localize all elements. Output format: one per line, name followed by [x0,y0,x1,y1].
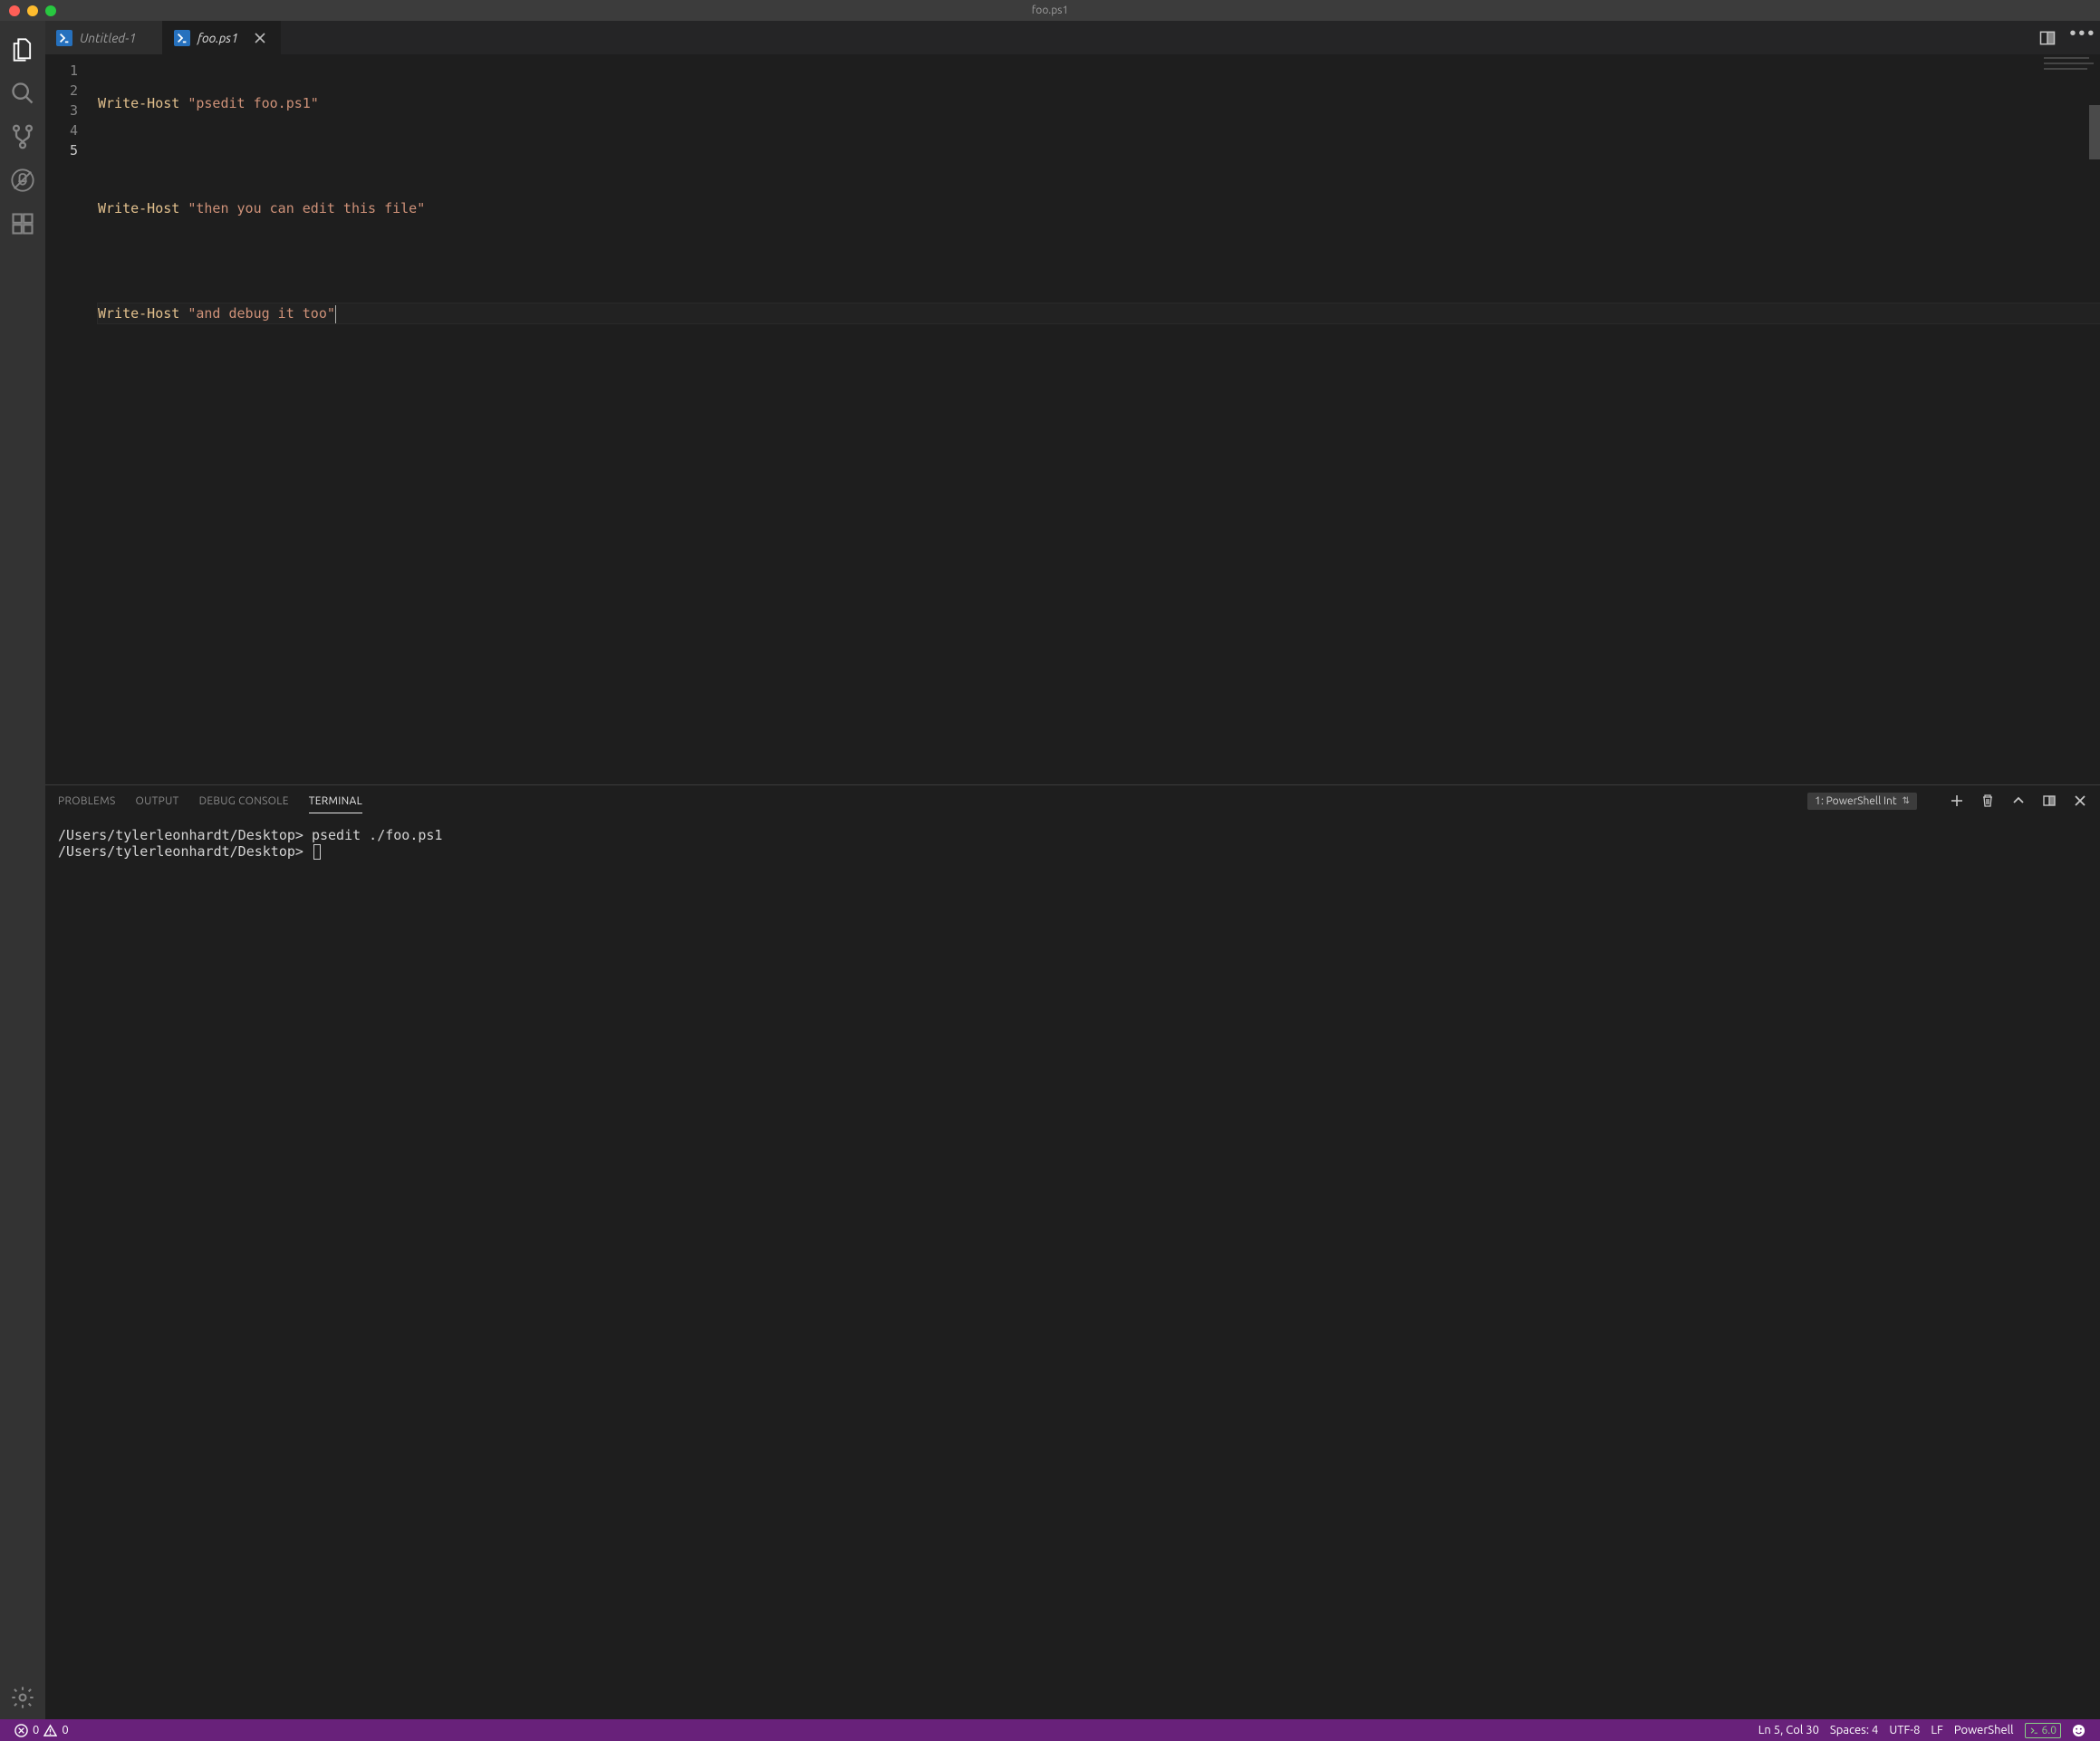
terminal-cursor [313,844,321,860]
activity-debug[interactable] [1,159,44,202]
tab-untitled-1[interactable]: Untitled-1 [45,21,163,54]
line-number: 3 [45,101,98,120]
panel-tab-debug-console[interactable]: DEBUG CONSOLE [199,795,289,807]
status-bar: 0 0 Ln 5, Col 30 Spaces: 4 UTF-8 LF Powe… [0,1719,2100,1741]
minimap[interactable] [2044,57,2098,84]
activity-extensions[interactable] [1,202,44,245]
powershell-icon [174,30,190,46]
line-number-gutter: 1 2 3 4 5 [45,55,98,784]
smiley-icon [2072,1724,2086,1737]
terminal-line: /Users/tylerleonhardt/Desktop> psedit ./… [58,827,2087,843]
status-indentation[interactable]: Spaces: 4 [1825,1719,1883,1741]
tab-close-button[interactable] [253,31,267,45]
status-feedback[interactable] [2066,1719,2091,1741]
code-line[interactable] [98,146,2100,166]
new-terminal-button[interactable] [1950,794,1964,808]
tab-label: foo.ps1 [197,31,238,45]
text-cursor [335,305,336,323]
panel-actions [1950,794,2087,808]
close-icon [2073,794,2087,808]
line-number: 4 [45,120,98,140]
trash-icon [1980,794,1995,808]
status-eol[interactable]: LF [1925,1719,1948,1741]
git-branch-icon [10,124,35,149]
titlebar: foo.ps1 [0,0,2100,21]
code-editor[interactable]: 1 2 3 4 5 Write-Host "psedit foo.ps1" Wr… [45,55,2100,785]
error-count: 0 [33,1724,39,1736]
status-powershell-version[interactable]: 6.0 [2019,1719,2067,1741]
code-line[interactable] [98,251,2100,271]
more-actions-icon[interactable]: ••• [2069,29,2087,47]
bottom-panel: PROBLEMS OUTPUT DEBUG CONSOLE TERMINAL 1… [45,785,2100,1719]
split-editor-icon[interactable] [2038,29,2057,47]
files-icon [10,37,35,63]
window-maximize-button[interactable] [45,5,56,16]
scrollbar-thumb[interactable] [2089,105,2100,159]
window-close-button[interactable] [9,5,20,16]
line-number: 2 [45,81,98,101]
status-encoding[interactable]: UTF-8 [1883,1719,1925,1741]
status-cursor-position[interactable]: Ln 5, Col 30 [1753,1719,1825,1741]
window-title: foo.ps1 [0,5,2100,16]
split-panel-icon [2042,794,2057,808]
activity-search[interactable] [1,72,44,115]
activity-source-control[interactable] [1,115,44,159]
plus-icon [1950,794,1964,808]
code-line[interactable]: Write-Host "and debug it too" [98,303,2100,323]
line-number: 5 [45,140,98,160]
tab-label: Untitled-1 [80,31,136,45]
activity-settings[interactable] [1,1676,44,1719]
activity-bar [0,21,45,1719]
panel-tab-output[interactable]: OUTPUT [136,795,179,807]
split-terminal-button[interactable] [2042,794,2057,808]
window-minimize-button[interactable] [27,5,38,16]
panel-tab-problems[interactable]: PROBLEMS [58,795,116,807]
panel-tabs: PROBLEMS OUTPUT DEBUG CONSOLE TERMINAL 1… [45,785,2100,818]
no-bug-icon [10,168,35,193]
close-panel-button[interactable] [2073,794,2087,808]
terminal-icon [2029,1726,2039,1736]
warning-count: 0 [62,1724,68,1736]
window-controls [0,5,56,16]
powershell-icon [56,30,72,46]
search-icon [10,81,35,106]
extensions-icon [10,211,35,236]
kill-terminal-button[interactable] [1980,794,1995,808]
terminal-picker[interactable]: 1: PowerShell Int [1807,793,1917,810]
tab-foo-ps1[interactable]: foo.ps1 [163,21,281,54]
code-area[interactable]: Write-Host "psedit foo.ps1" Write-Host "… [98,55,2100,784]
status-problems[interactable]: 0 0 [9,1719,74,1741]
editor-actions: ••• [2038,21,2100,54]
chevron-up-icon [2011,794,2026,808]
terminal[interactable]: /Users/tylerleonhardt/Desktop> psedit ./… [45,818,2100,1719]
terminal-line: /Users/tylerleonhardt/Desktop> [58,843,2087,860]
warning-icon [43,1724,57,1737]
editor-tabs: Untitled-1 foo.ps1 ••• [45,21,2100,55]
status-language-mode[interactable]: PowerShell [1949,1719,2019,1741]
line-number: 1 [45,61,98,81]
code-line[interactable]: Write-Host "psedit foo.ps1" [98,93,2100,113]
panel-tab-terminal[interactable]: TERMINAL [309,795,362,813]
activity-explorer[interactable] [1,28,44,72]
close-icon [253,31,267,45]
maximize-panel-button[interactable] [2011,794,2026,808]
code-line[interactable]: Write-Host "then you can edit this file" [98,198,2100,218]
gear-icon [10,1685,35,1710]
error-icon [14,1724,28,1737]
